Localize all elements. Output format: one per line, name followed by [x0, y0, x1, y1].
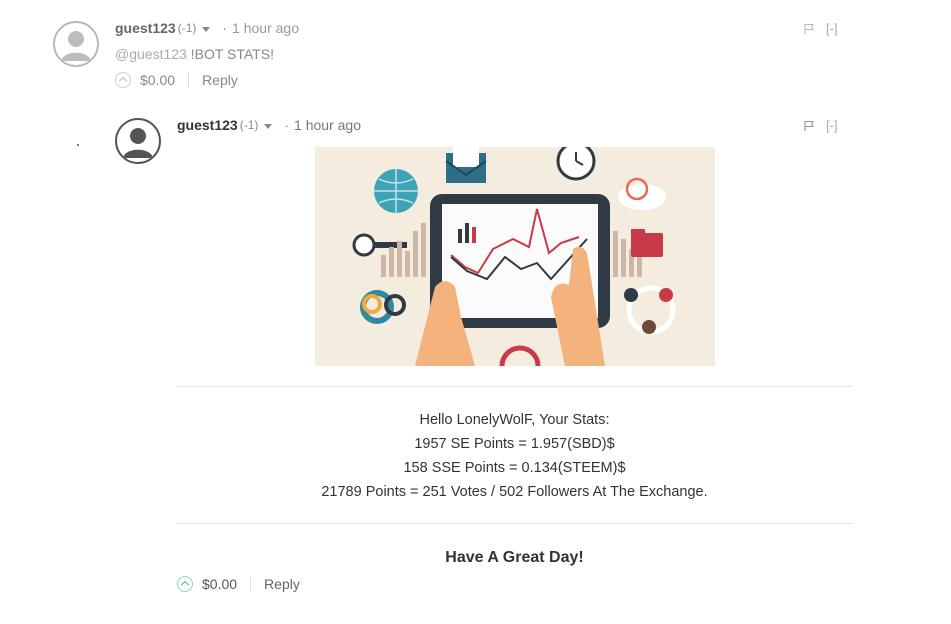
- thread-marker: [77, 144, 79, 146]
- collapse-toggle[interactable]: [-]: [826, 118, 838, 133]
- author-name[interactable]: guest123: [177, 117, 238, 133]
- stats-sse-points: 158 SSE Points = 0.134(STEEM)$: [403, 460, 626, 476]
- author-reputation: (-1): [239, 118, 259, 132]
- comment-header: guest123 (-1) · 1 hour ago: [177, 117, 361, 133]
- separator-dot: ·: [284, 117, 290, 133]
- stats-block: Hello LonelyWolF, Your Stats: 1957 SE Po…: [176, 408, 853, 504]
- flag-icon[interactable]: [803, 23, 815, 35]
- comment-text: !BOT STATS!: [186, 46, 274, 62]
- chevron-down-icon[interactable]: [264, 123, 273, 129]
- user-avatar-icon: [61, 31, 91, 61]
- divider: [176, 523, 853, 524]
- comment-footer: $0.00 Reply: [115, 72, 238, 88]
- separator-dot: ·: [222, 20, 228, 36]
- comment-thread: guest123 (-1) · 1 hour ago [-] @guest123…: [0, 0, 951, 624]
- chevron-down-icon[interactable]: [202, 26, 211, 32]
- divider: [250, 576, 252, 592]
- comment-footer: $0.00 Reply: [177, 576, 300, 592]
- stats-se-points: 1957 SE Points = 1.957(SBD)$: [414, 436, 615, 452]
- user-mention[interactable]: @guest123: [115, 46, 187, 62]
- comment-header: guest123 (-1) · 1 hour ago: [115, 20, 299, 36]
- author-name[interactable]: guest123: [115, 20, 176, 36]
- upvote-icon[interactable]: [115, 72, 131, 88]
- comment-body: @guest123 !BOT STATS!: [115, 46, 274, 62]
- payout-amount[interactable]: $0.00: [140, 72, 175, 88]
- stats-greeting: Hello LonelyWolF, Your Stats:: [419, 412, 610, 428]
- upvote-icon[interactable]: [177, 576, 193, 592]
- avatar[interactable]: [115, 118, 161, 164]
- reply-button[interactable]: Reply: [264, 576, 300, 592]
- tablet-chart-illustration: [315, 147, 715, 366]
- stats-total-points: 21789 Points = 251 Votes / 502 Followers…: [321, 484, 708, 500]
- comment-timestamp[interactable]: 1 hour ago: [232, 20, 299, 36]
- user-avatar-icon: [123, 128, 153, 158]
- author-reputation: (-1): [177, 21, 197, 35]
- flag-icon[interactable]: [803, 120, 815, 132]
- comment-timestamp[interactable]: 1 hour ago: [294, 117, 361, 133]
- reply-button[interactable]: Reply: [202, 72, 238, 88]
- avatar[interactable]: [53, 21, 99, 67]
- collapse-toggle[interactable]: [-]: [826, 21, 838, 36]
- closing-message: Have A Great Day!: [445, 549, 584, 566]
- divider: [176, 386, 853, 387]
- analytics-illustration: [315, 147, 715, 366]
- payout-amount[interactable]: $0.00: [202, 576, 237, 592]
- divider: [188, 72, 190, 88]
